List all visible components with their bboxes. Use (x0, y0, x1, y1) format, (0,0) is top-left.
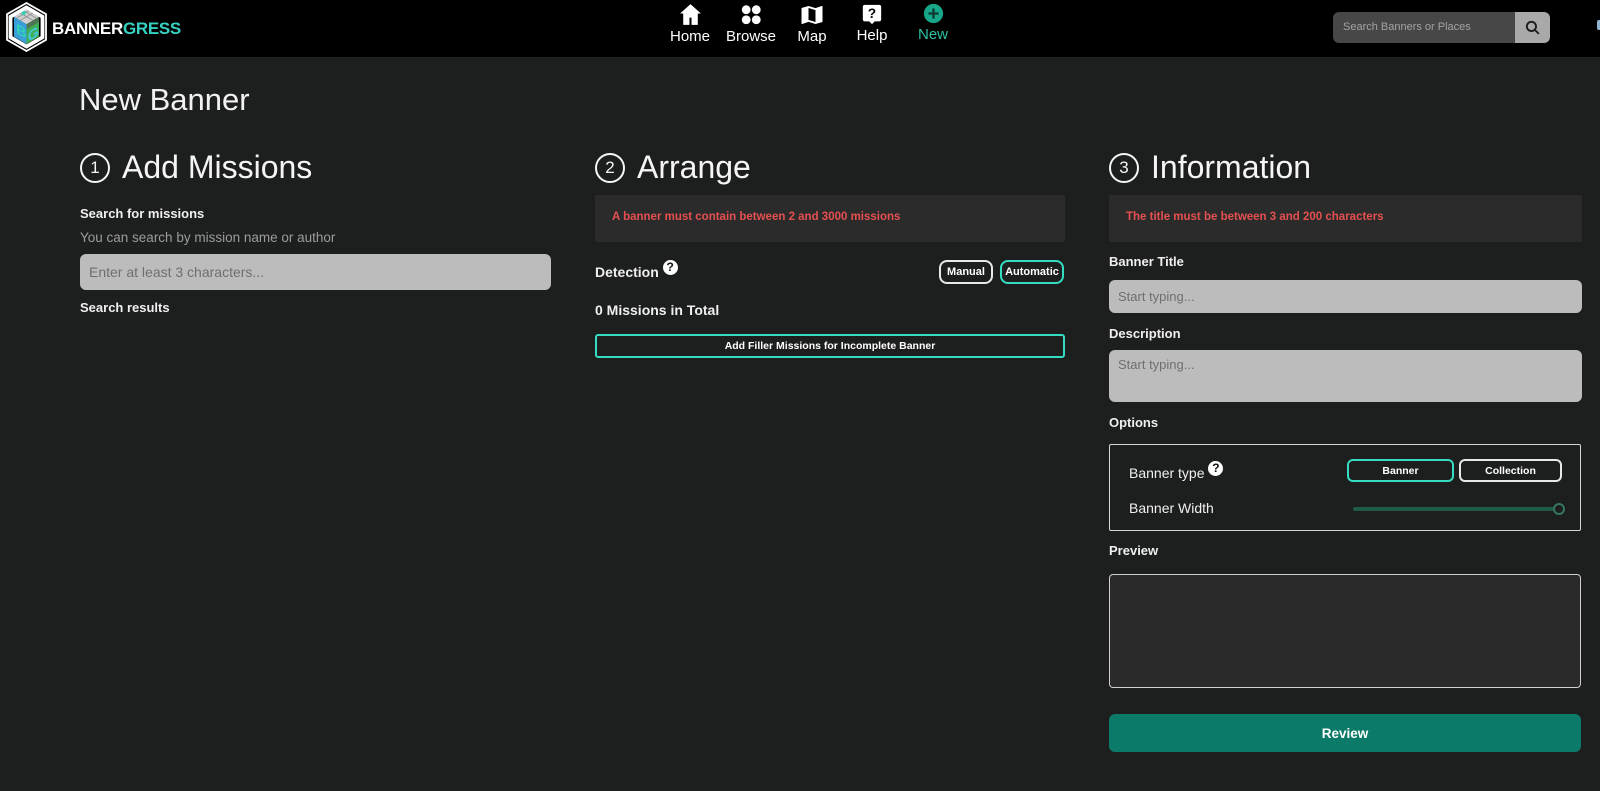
svg-text:?: ? (868, 6, 876, 21)
